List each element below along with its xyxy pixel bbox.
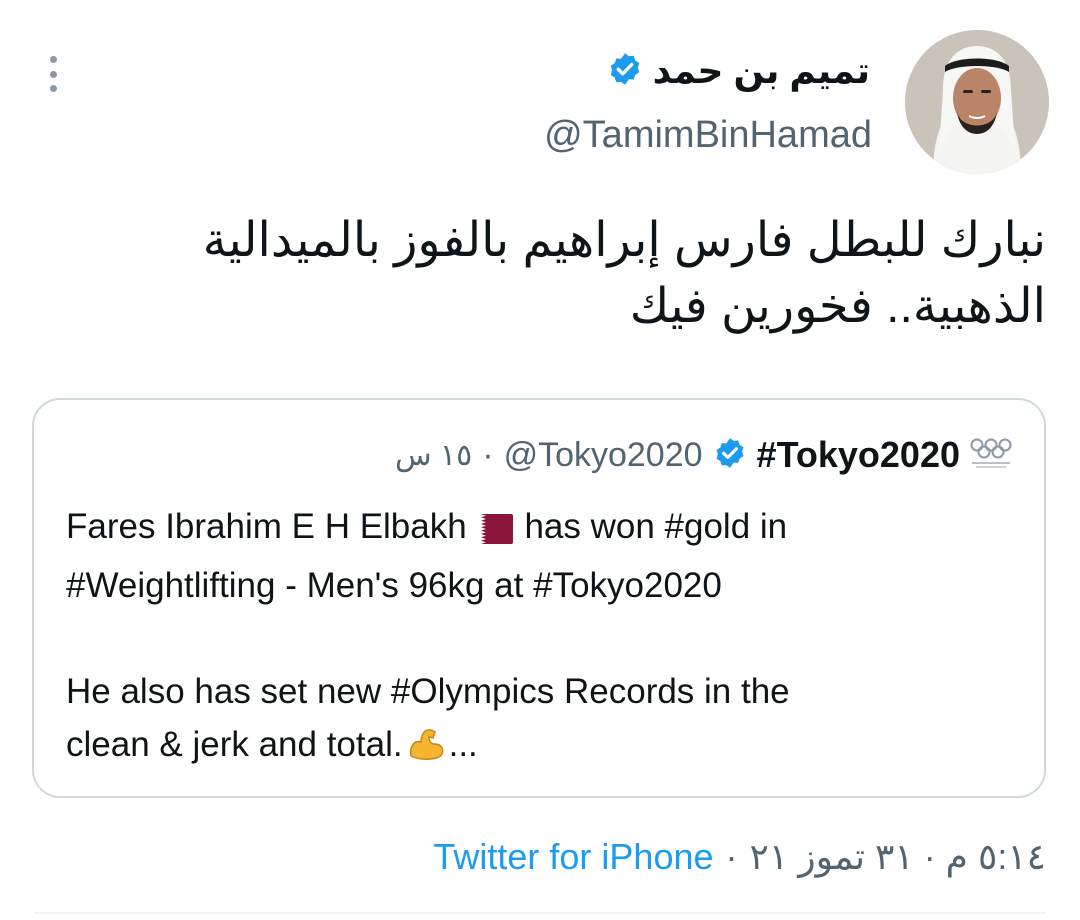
separator-dot: ·: [725, 836, 738, 877]
verified-badge-icon: [713, 436, 747, 475]
flexed-biceps-icon: [407, 724, 445, 777]
tweet-text-line: الذهبية.. فخورين فيك: [629, 280, 1046, 333]
quoted-author-handle[interactable]: @Tokyo2020: [504, 436, 703, 475]
quoted-text-segment: clean & jerk and total.: [66, 725, 403, 764]
quoted-tweet-header: #Tokyo2020 @Tokyo2020 · ١٥ س: [395, 430, 1012, 480]
tweet-text: نبارك للبطل فارس إبراهيم بالفوز بالميدال…: [46, 208, 1046, 340]
quoted-tweet-body: Fares Ibrahim E H Elbakh has won #gold i…: [66, 500, 1016, 777]
more-dot: [49, 56, 57, 63]
divider: [34, 912, 1046, 914]
avatar[interactable]: [905, 30, 1049, 174]
verified-badge-icon: [607, 51, 643, 92]
more-dot: [49, 70, 57, 78]
quoted-text-segment: Fares Ibrahim E H Elbakh: [66, 507, 467, 546]
tweet-source-link[interactable]: Twitter for iPhone: [433, 836, 713, 878]
qatar-flag-icon: [468, 506, 513, 559]
author-name[interactable]: تميم بن حمد: [653, 50, 870, 92]
quoted-tweet-line: clean & jerk and total....: [66, 718, 1016, 777]
author-handle[interactable]: @TamimBinHamad: [544, 114, 872, 157]
quoted-tweet-line: He also has set new #Olympics Records in…: [66, 672, 790, 711]
quoted-tweet-time[interactable]: ١٥ س: [395, 438, 472, 473]
quoted-tweet-card[interactable]: #Tokyo2020 @Tokyo2020 · ١٥ س Fares Ibrah…: [32, 398, 1046, 798]
quoted-text-segment: has won #gold in: [514, 507, 788, 546]
quoted-tweet-line: Fares Ibrahim E H Elbakh has won #gold i…: [66, 500, 1016, 559]
quoted-text-segment: ...: [448, 725, 478, 764]
tweet-timestamp[interactable]: ٥:١٤ م · ٣١ تموز ٢١: [750, 836, 1046, 878]
tweet-text-line: نبارك للبطل فارس إبراهيم بالفوز بالميدال…: [202, 214, 1046, 267]
quoted-tweet-line: #Weightlifting - Men's 96kg at #Tokyo202…: [66, 566, 722, 605]
tweet-footer: ٥:١٤ م · ٣١ تموز ٢١ · Twitter for iPhone: [433, 832, 1046, 882]
avatar-image: [905, 30, 1049, 174]
more-options-icon[interactable]: [40, 56, 66, 92]
more-dot: [49, 85, 57, 92]
quoted-author-name[interactable]: #Tokyo2020: [757, 434, 960, 476]
olympic-paralympic-logo-icon: [970, 436, 1012, 475]
separator-dot: ·: [482, 435, 494, 474]
author-name-row[interactable]: تميم بن حمد: [607, 46, 870, 96]
